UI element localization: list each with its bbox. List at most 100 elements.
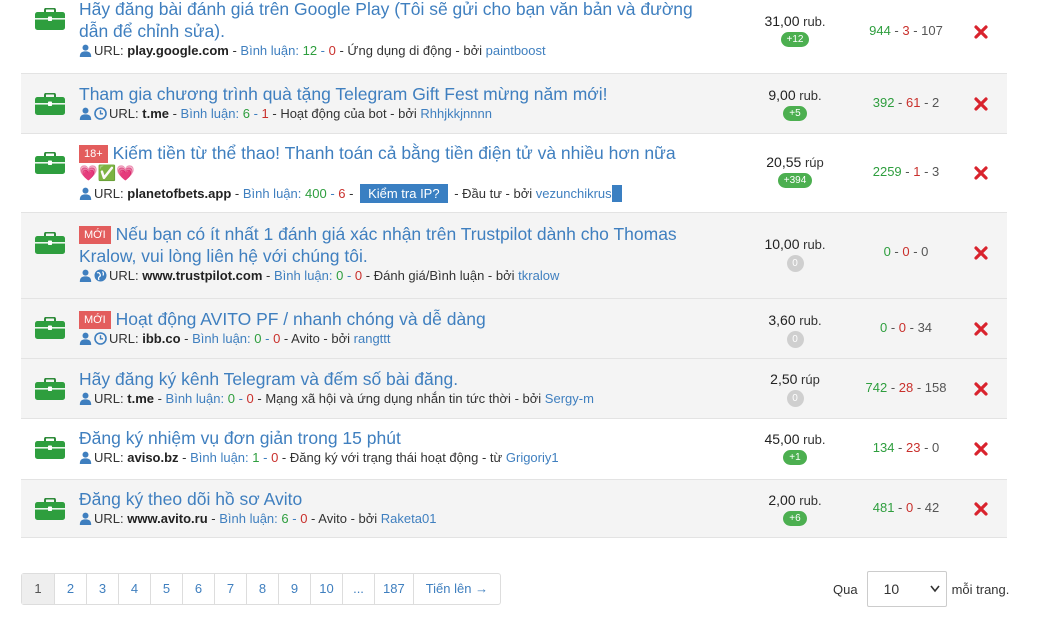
task-stats: 0 - 0 - 34: [879, 320, 933, 335]
task-meta: URL: www.trustpilot.com - Bình luận: 0 -…: [79, 267, 699, 285]
task-stats: 944 - 3 - 107: [869, 23, 943, 38]
done-count-pill: +1: [783, 450, 807, 465]
adult-badge: 18+: [79, 145, 108, 163]
task-stats: 2259 - 1 - 3: [872, 164, 940, 179]
author-link[interactable]: Raketa01: [381, 511, 437, 526]
url-label: URL:: [94, 43, 124, 58]
delete-icon[interactable]: [973, 501, 989, 517]
page-link-8[interactable]: 8: [246, 574, 278, 604]
task-meta: URL: play.google.com - Bình luận: 12 - 0…: [79, 42, 699, 60]
comments-link[interactable]: Bình luận: 1 - 0: [190, 450, 278, 465]
task-meta: URL: www.avito.ru - Bình luận: 6 - 0 - A…: [79, 510, 699, 528]
briefcase-icon: [35, 232, 65, 254]
task-domain: t.me: [142, 106, 169, 121]
task-domain: ibb.co: [142, 331, 181, 346]
comments-link[interactable]: Bình luận: 0 - 0: [192, 331, 280, 346]
task-category: Đánh giá/Bình luận: [373, 268, 485, 283]
author-link[interactable]: Grigoriy1: [506, 450, 559, 465]
new-badge: MỚI: [79, 311, 111, 329]
done-count-pill: +394: [777, 173, 813, 188]
task-title[interactable]: Tham gia chương trình quà tặng Telegram …: [79, 83, 699, 105]
per-page-control: Qua 10 mỗi trang.: [833, 571, 1009, 607]
table-row: Đăng ký theo dõi hồ sơ Avito URL: www.av…: [21, 480, 1007, 538]
task-title[interactable]: Đăng ký theo dõi hồ sơ Avito: [79, 488, 699, 510]
author-link[interactable]: Sergy-m: [545, 391, 594, 406]
per-page-prefix: Qua: [833, 581, 858, 597]
briefcase-icon: [35, 378, 65, 400]
author-link[interactable]: paintboost: [486, 43, 546, 58]
price-unit: rub.: [803, 14, 826, 29]
task-title[interactable]: Hãy đăng ký kênh Telegram và đếm số bài …: [79, 368, 699, 390]
done-count-pill: +5: [783, 106, 807, 121]
task-price: 3,60 rub. 0: [741, 311, 849, 348]
new-badge: MỚI: [79, 226, 111, 244]
comments-link[interactable]: Bình luận: 6 - 0: [219, 511, 307, 526]
user-icon: [79, 512, 92, 525]
page-link-3[interactable]: 3: [86, 574, 118, 604]
delete-icon[interactable]: [973, 24, 989, 40]
per-page-select[interactable]: 10: [866, 571, 947, 607]
comments-link[interactable]: Bình luận: 6 - 1: [181, 106, 269, 121]
author-link[interactable]: tkralow: [518, 268, 559, 283]
task-domain: t.me: [127, 391, 154, 406]
task-price: 2,50 rúp 0: [741, 370, 849, 407]
table-row: 18+ Kiếm tiền từ thể thao! Thanh toán cả …: [21, 134, 1007, 213]
price-amount: 31,00: [764, 13, 800, 29]
page-link-1[interactable]: 1: [22, 574, 54, 604]
done-count-pill: 0: [786, 331, 804, 348]
task-price: 20,55 rúp +394: [766, 154, 824, 188]
task-title[interactable]: MỚI Nếu bạn có ít nhất 1 đánh giá xác nhậ…: [79, 223, 699, 267]
briefcase-icon: [35, 152, 65, 174]
task-price: 45,00 rub. +1: [764, 431, 826, 465]
author-link[interactable]: rangttt: [354, 331, 391, 346]
task-domain: aviso.bz: [127, 450, 179, 465]
text-selection: [611, 185, 622, 202]
by-label: bởi: [463, 43, 482, 58]
task-category: Avito: [318, 511, 347, 526]
task-meta: URL: aviso.bz - Bình luận: 1 - 0 - Đăng …: [79, 449, 699, 467]
page-link-7[interactable]: 7: [214, 574, 246, 604]
delete-icon[interactable]: [973, 321, 989, 337]
task-domain: www.trustpilot.com: [142, 268, 263, 283]
task-meta: URL: planetofbets.app - Bình luận: 400 -…: [79, 184, 699, 203]
page-link-2[interactable]: 2: [54, 574, 86, 604]
table-row: MỚI Nếu bạn có ít nhất 1 đánh giá xác nhậ…: [21, 213, 1007, 299]
comments-link[interactable]: Bình luận: 12 - 0: [240, 43, 335, 58]
user-icon: [79, 44, 92, 57]
task-category: Ứng dụng di động: [347, 43, 452, 58]
user-icon: [79, 107, 92, 120]
page-link-187[interactable]: 187: [374, 574, 413, 604]
page-link-4[interactable]: 4: [118, 574, 150, 604]
delete-icon[interactable]: [973, 441, 989, 457]
delete-icon[interactable]: [973, 96, 989, 112]
task-category: Avito: [291, 331, 320, 346]
task-price: 2,00 rub. +6: [768, 492, 822, 526]
task-title[interactable]: Đăng ký nhiệm vụ đơn giản trong 15 phút: [79, 427, 699, 449]
delete-icon[interactable]: [973, 245, 989, 261]
comments-link[interactable]: Bình luận: 400 - 6: [243, 186, 346, 201]
delete-icon[interactable]: [973, 165, 989, 181]
task-meta: URL: t.me - Bình luận: 6 - 1 - Hoạt động…: [79, 105, 699, 123]
task-category: Đăng ký với trạng thái hoạt động: [289, 450, 479, 465]
author-link[interactable]: Rhhjkkjnnnn: [420, 106, 492, 121]
task-title[interactable]: MỚI Hoạt động AVITO PF / nhanh chóng và d…: [79, 308, 699, 330]
delete-icon[interactable]: [973, 381, 989, 397]
page-link-5[interactable]: 5: [150, 574, 182, 604]
user-icon: [79, 187, 92, 200]
user-icon: [79, 269, 92, 282]
task-title[interactable]: Hãy đăng bài đánh giá trên Google Play (…: [79, 0, 699, 42]
page-link-6[interactable]: 6: [182, 574, 214, 604]
clock-icon: [94, 107, 107, 120]
page-link-10[interactable]: 10: [310, 574, 342, 604]
next-page-button[interactable]: Tiến lên →: [412, 574, 500, 604]
author-link[interactable]: vezunchikrus: [536, 186, 612, 201]
briefcase-icon: [35, 8, 65, 30]
page-link-9[interactable]: 9: [278, 574, 310, 604]
check-ip-button[interactable]: Kiểm tra IP?: [360, 184, 448, 203]
task-title[interactable]: 18+ Kiếm tiền từ thể thao! Thanh toán cả …: [79, 142, 699, 164]
task-meta: URL: ibb.co - Bình luận: 0 - 0 - Avito -…: [79, 330, 699, 348]
comments-link[interactable]: Bình luận: 0 - 0: [274, 268, 362, 283]
comments-link[interactable]: Bình luận: 0 - 0: [166, 391, 254, 406]
chevron-down-icon: [929, 585, 940, 593]
page-ellipsis: ...: [342, 574, 374, 604]
